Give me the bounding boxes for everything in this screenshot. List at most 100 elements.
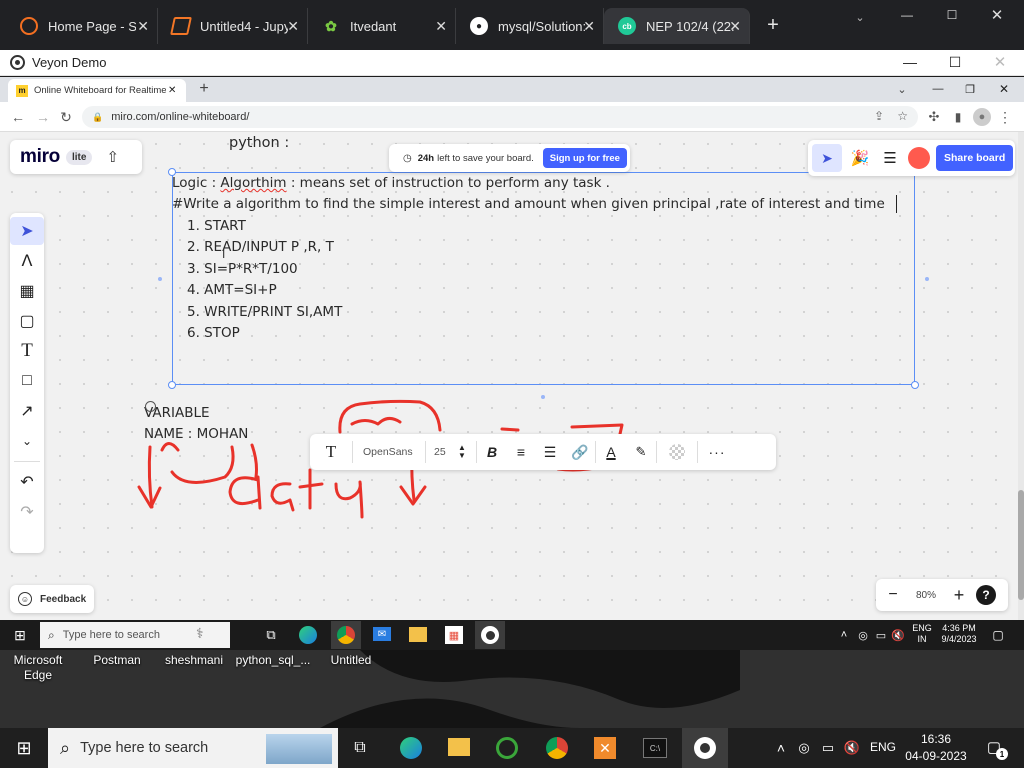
bookmark-star-icon[interactable]: ☆ xyxy=(897,109,908,123)
align-left-icon[interactable]: ≡ xyxy=(507,444,535,460)
tab-search-chevron-icon[interactable]: ⌄ xyxy=(850,8,870,26)
menu-kebab-icon[interactable]: ⋮ xyxy=(998,108,1012,126)
outer-tab-github[interactable]: ● mysql/Solution: ✕ xyxy=(456,8,604,44)
sticky-note-tool-icon[interactable]: ▢ xyxy=(10,307,44,335)
text-color-icon[interactable]: A xyxy=(596,444,626,460)
signup-button[interactable]: Sign up for free xyxy=(542,148,627,168)
desktop-icon-postman[interactable]: Postman xyxy=(82,653,152,668)
tray-meet-icon[interactable]: ◎ xyxy=(856,628,870,642)
share-board-button[interactable]: Share board xyxy=(936,145,1014,171)
close-icon[interactable]: ✕ xyxy=(729,18,741,35)
outer-tab-nep[interactable]: cb NEP 102/4 (22.4 ✕ xyxy=(604,8,750,44)
zoom-in-icon[interactable]: + xyxy=(942,585,976,606)
app-spinner-icon[interactable] xyxy=(496,737,518,759)
link-icon[interactable]: 🔗 xyxy=(565,444,595,461)
restore-icon[interactable]: ❐ xyxy=(962,80,978,98)
share-page-icon[interactable]: ⇪ xyxy=(874,109,884,123)
veyon-taskbar-button[interactable] xyxy=(682,728,728,768)
windows-start-icon[interactable]: ⊞ xyxy=(14,738,34,758)
host-language[interactable]: ENG xyxy=(870,740,896,754)
text-type-icon[interactable]: T xyxy=(310,442,352,462)
zoom-out-icon[interactable]: − xyxy=(876,586,910,604)
help-icon[interactable]: ? xyxy=(976,585,996,605)
minimize-icon[interactable]: — xyxy=(897,6,917,24)
undo-icon[interactable]: ↶ xyxy=(10,468,44,496)
vm-language[interactable]: ENG IN xyxy=(909,623,935,645)
pen-tool-icon[interactable]: ᐱ xyxy=(10,247,44,275)
scrollbar-thumb[interactable] xyxy=(1018,490,1024,600)
font-family-select[interactable]: OpenSans xyxy=(353,446,425,458)
fill-transparent-icon[interactable] xyxy=(657,444,697,460)
resize-handle[interactable] xyxy=(911,381,919,389)
windows-start-icon[interactable]: ⊞ xyxy=(12,627,28,643)
task-view-icon[interactable]: ⧉ xyxy=(350,738,370,758)
mail-icon[interactable]: ✉ xyxy=(373,627,391,641)
close-icon[interactable]: ✕ xyxy=(435,18,447,35)
shape-tool-icon[interactable]: □ xyxy=(10,367,44,395)
close-icon[interactable]: ✕ xyxy=(168,85,176,96)
file-explorer-icon[interactable] xyxy=(409,627,427,642)
volume-muted-icon[interactable]: 🔇 xyxy=(891,628,905,642)
close-icon[interactable]: ✕ xyxy=(137,18,149,35)
comments-icon[interactable]: ☰ xyxy=(875,144,905,172)
export-upload-icon[interactable]: ⇧ xyxy=(106,148,119,166)
close-icon[interactable]: ✕ xyxy=(583,18,595,35)
back-arrow-icon[interactable]: ← xyxy=(10,108,26,126)
tray-chevron-icon[interactable]: ˄ xyxy=(838,628,850,642)
bold-icon[interactable]: B xyxy=(477,444,507,460)
minimize-icon[interactable]: — xyxy=(930,80,946,98)
xampp-icon[interactable]: ✕ xyxy=(594,737,616,759)
resize-handle[interactable] xyxy=(168,381,176,389)
extensions-icon[interactable]: ✣ xyxy=(926,108,942,126)
tray-chevron-icon[interactable]: ˄ xyxy=(774,740,788,756)
tray-meet-icon[interactable]: ◎ xyxy=(796,740,812,756)
forward-arrow-icon[interactable]: → xyxy=(35,108,51,126)
minimize-icon[interactable]: — xyxy=(900,53,920,71)
host-clock[interactable]: 16:36 04-09-2023 xyxy=(902,731,970,765)
side-panel-icon[interactable]: ▮ xyxy=(950,108,966,126)
font-size-field[interactable]: 25 xyxy=(426,446,456,458)
host-search-box[interactable]: ⌕ Type here to search xyxy=(48,728,338,768)
close-icon[interactable]: ✕ xyxy=(287,18,299,35)
desktop-icon-python-sql[interactable]: python_sql_... xyxy=(234,653,312,668)
miro-logo[interactable]: miro xyxy=(20,146,60,168)
outer-tab-jupyter[interactable]: Untitled4 - Jupy ✕ xyxy=(158,8,308,44)
volume-muted-icon[interactable]: 🔇 xyxy=(844,740,860,756)
templates-tool-icon[interactable]: ▦ xyxy=(10,277,44,305)
select-tool-icon[interactable]: ➤ xyxy=(10,217,44,245)
notifications-icon[interactable]: ▢ xyxy=(990,627,1006,643)
reactions-cursor-icon[interactable]: ➤ xyxy=(812,144,842,172)
reload-icon[interactable]: ↻ xyxy=(58,108,74,126)
veyon-taskbar-button[interactable] xyxy=(475,621,505,649)
edge-icon[interactable] xyxy=(299,626,317,644)
highlight-marker-icon[interactable]: ✎ xyxy=(626,444,656,460)
desktop-icon-untitled[interactable]: Untitled xyxy=(318,653,384,668)
font-size-stepper-icon[interactable]: ▲ ▼ xyxy=(456,444,468,460)
outer-tab-itvedant[interactable]: ✿ Itvedant ✕ xyxy=(308,8,456,44)
chrome-icon[interactable] xyxy=(546,737,568,759)
feedback-button[interactable]: ☺ Feedback xyxy=(10,585,94,613)
text-tool-icon[interactable]: T xyxy=(10,337,44,365)
close-window-icon[interactable]: ✕ xyxy=(996,80,1012,98)
url-field[interactable]: 🔒 miro.com/online-whiteboard/ ⇪ ☆ xyxy=(82,106,918,128)
network-icon[interactable]: ▭ xyxy=(820,740,836,756)
new-tab-icon[interactable]: + xyxy=(762,14,784,36)
close-window-icon[interactable]: ✕ xyxy=(990,53,1010,71)
edge-icon[interactable] xyxy=(400,737,422,759)
more-options-icon[interactable]: ··· xyxy=(698,444,736,460)
user-avatar[interactable] xyxy=(908,147,930,169)
inner-tab-miro[interactable]: m Online Whiteboard for Realtime C ✕ xyxy=(8,79,186,102)
vm-search-box[interactable]: ⌕ Type here to search ⚕ xyxy=(40,622,230,648)
connector-dot[interactable] xyxy=(158,277,162,281)
outer-tab-home[interactable]: Home Page - Se ✕ xyxy=(6,8,158,44)
connector-dot[interactable] xyxy=(925,277,929,281)
celebrate-icon[interactable]: 🎉 xyxy=(845,144,875,172)
zoom-level[interactable]: 80% xyxy=(910,590,942,601)
connector-dot[interactable] xyxy=(541,395,545,399)
store-icon[interactable]: ▦ xyxy=(445,626,463,644)
new-tab-icon[interactable]: + xyxy=(196,80,212,98)
network-icon[interactable]: ▭ xyxy=(874,628,888,642)
chrome-taskbar-button[interactable] xyxy=(331,621,361,649)
bulleted-list-icon[interactable]: ☰ xyxy=(535,444,565,461)
desktop-icon-sheshmani[interactable]: sheshmani xyxy=(158,653,230,668)
